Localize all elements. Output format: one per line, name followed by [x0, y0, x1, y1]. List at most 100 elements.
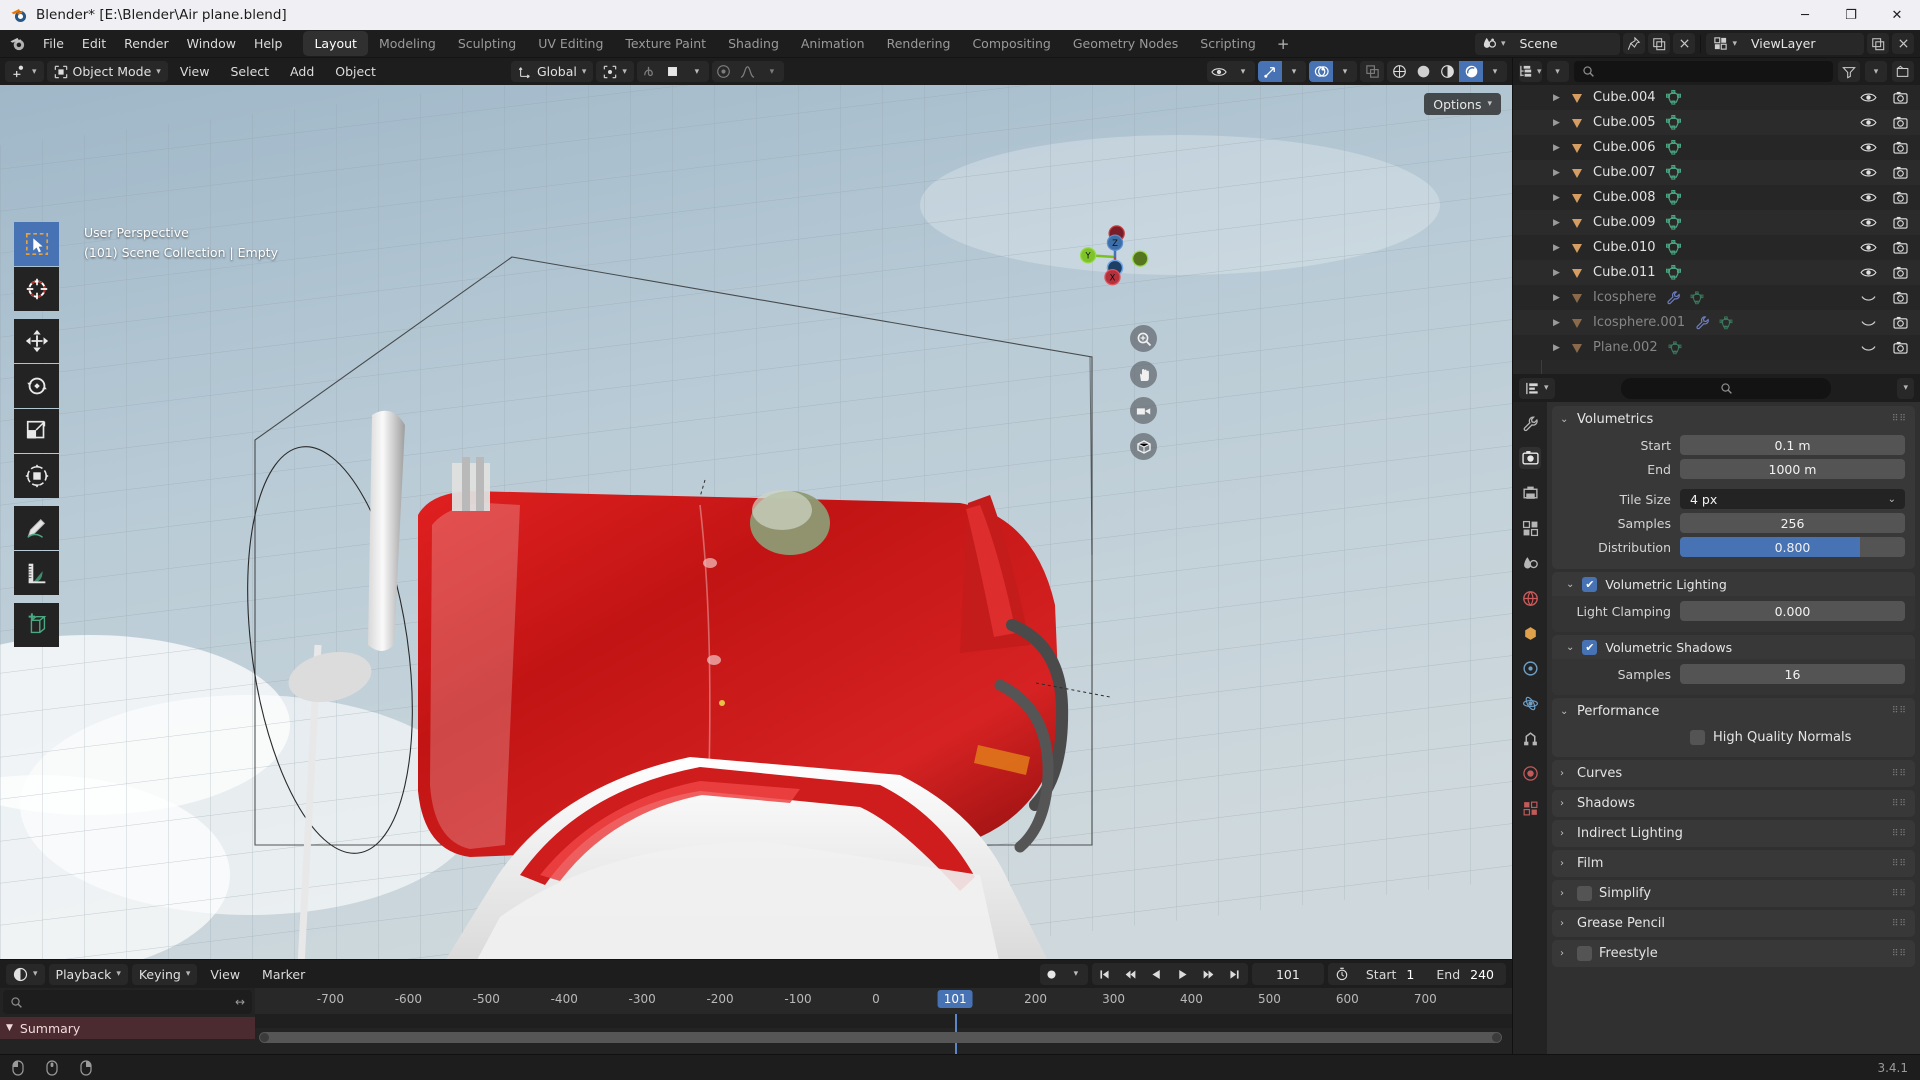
- outliner-row-plane-002[interactable]: ▶ Plane.002: [1513, 335, 1920, 360]
- disable-in-renders-icon[interactable]: [1893, 241, 1908, 254]
- material-preview-shading-icon[interactable]: [1435, 61, 1459, 82]
- workspace-tab-animation[interactable]: Animation: [790, 31, 876, 56]
- start-field[interactable]: 0.1 m: [1680, 435, 1905, 455]
- expand-triangle-icon[interactable]: ▶: [1553, 243, 1569, 253]
- pin-scene-icon[interactable]: [1623, 33, 1646, 54]
- outliner-row-cube-004[interactable]: ▶ Cube.004: [1513, 85, 1920, 110]
- tile-size-dropdown[interactable]: 4 px ⌄: [1680, 489, 1905, 509]
- panel-collapse-triangle-icon[interactable]: ›: [1560, 768, 1570, 779]
- solid-shading-icon[interactable]: [1411, 61, 1435, 82]
- panel-collapse-triangle-icon[interactable]: ›: [1560, 888, 1570, 899]
- auto-keyframe-icon[interactable]: [1040, 964, 1064, 985]
- panel-collapse-triangle-icon[interactable]: ›: [1560, 948, 1570, 959]
- workspace-tab-shading[interactable]: Shading: [717, 31, 790, 56]
- minimize-button[interactable]: ─: [1782, 0, 1828, 30]
- outliner-row-cube-010[interactable]: ▶ Cube.010: [1513, 235, 1920, 260]
- overlays-chevron-icon[interactable]: ▾: [1333, 61, 1357, 82]
- outliner-search-input[interactable]: [1573, 61, 1833, 82]
- hide-in-viewport-icon[interactable]: [1860, 166, 1877, 179]
- panel-simplify[interactable]: › Simplify ⠿⠿: [1552, 880, 1915, 907]
- expand-triangle-icon[interactable]: ▶: [1553, 218, 1569, 228]
- jump-to-start-icon[interactable]: [1092, 963, 1118, 985]
- expand-triangle-icon[interactable]: ▶: [1553, 318, 1569, 328]
- hidden-in-viewport-icon[interactable]: [1860, 316, 1877, 329]
- outliner-row-cube-009[interactable]: ▶ Cube.009: [1513, 210, 1920, 235]
- workspace-tab-layout[interactable]: Layout: [303, 31, 368, 56]
- rendered-shading-icon[interactable]: [1459, 61, 1483, 82]
- 3d-viewport[interactable]: User Perspective (101) Scene Collection …: [0, 85, 1512, 959]
- scene-browse-button[interactable]: ▾: [1475, 33, 1513, 55]
- visibility-group[interactable]: ▾: [1207, 61, 1255, 82]
- viewlayer-browse-button[interactable]: ▾: [1706, 33, 1744, 55]
- toggle-camera-view-icon[interactable]: [1130, 397, 1157, 424]
- disable-in-renders-icon[interactable]: [1893, 191, 1908, 204]
- tab-render[interactable]: [1519, 447, 1541, 469]
- panel-collapse-triangle-icon[interactable]: ›: [1560, 798, 1570, 809]
- zoom-view-icon[interactable]: [1130, 325, 1157, 352]
- tool-rotate[interactable]: [14, 364, 59, 408]
- tab-view-layer[interactable]: [1519, 517, 1541, 539]
- panel-expand-triangle-icon[interactable]: ⌄: [1560, 706, 1570, 717]
- object-visibility-icon[interactable]: [1207, 61, 1231, 82]
- outliner-display-mode-button[interactable]: ▾: [1546, 61, 1569, 82]
- next-keyframe-icon[interactable]: [1196, 963, 1222, 985]
- use-preview-range-icon[interactable]: [1328, 967, 1356, 981]
- show-gizmo-icon[interactable]: [1258, 61, 1282, 82]
- hide-in-viewport-icon[interactable]: [1860, 116, 1877, 129]
- panel-grease-pencil[interactable]: › Grease Pencil ⠿⠿: [1552, 910, 1915, 937]
- tool-measure[interactable]: [14, 551, 59, 595]
- tab-scene[interactable]: [1519, 552, 1541, 574]
- timeline-track-area[interactable]: -700 -600 -500 -400 -300 -200 -100 0 200…: [255, 988, 1512, 1054]
- hidden-in-viewport-icon[interactable]: [1860, 291, 1877, 304]
- tab-texture[interactable]: [1519, 797, 1541, 819]
- viewport-menu-view[interactable]: View: [171, 61, 219, 82]
- timeline-menu-keying[interactable]: Keying ▾: [131, 963, 198, 985]
- expand-triangle-icon[interactable]: ▶: [1553, 343, 1569, 353]
- close-button[interactable]: ✕: [1874, 0, 1920, 30]
- shading-modes-group[interactable]: ▾: [1387, 61, 1507, 82]
- snap-dropdown-chevron-icon[interactable]: ▾: [685, 61, 709, 82]
- hide-in-viewport-icon[interactable]: [1860, 266, 1877, 279]
- new-scene-icon[interactable]: [1648, 33, 1671, 54]
- playback-controls[interactable]: [1091, 963, 1248, 985]
- tool-cursor[interactable]: [14, 267, 59, 311]
- tab-material[interactable]: [1519, 762, 1541, 784]
- outliner-row-cube-006[interactable]: ▶ Cube.006: [1513, 135, 1920, 160]
- frame-start-value[interactable]: 1: [1396, 967, 1426, 982]
- gizmo-group[interactable]: ▾: [1258, 61, 1306, 82]
- navigation-gizmo[interactable]: Z Y X: [1073, 215, 1157, 299]
- hide-in-viewport-icon[interactable]: [1860, 241, 1877, 254]
- new-viewlayer-icon[interactable]: [1867, 33, 1889, 54]
- tab-modifiers[interactable]: [1519, 657, 1541, 679]
- disable-in-renders-icon[interactable]: [1893, 116, 1908, 129]
- viewlayer-name-field[interactable]: ViewLayer: [1744, 33, 1864, 55]
- disable-in-renders-icon[interactable]: [1893, 266, 1908, 279]
- disable-in-renders-icon[interactable]: [1893, 216, 1908, 229]
- outliner-filter-chevron-icon[interactable]: ▾: [1865, 61, 1887, 82]
- panel-volumetrics-header[interactable]: ⌄ Volumetrics ⠿⠿: [1552, 406, 1915, 432]
- outliner-row-icosphere-001[interactable]: ▶ Icosphere.001: [1513, 310, 1920, 335]
- expand-triangle-icon[interactable]: ▶: [1553, 118, 1569, 128]
- timeline-editor-type-button[interactable]: ▾: [6, 963, 45, 985]
- tool-annotate[interactable]: [14, 506, 59, 550]
- snapping-group[interactable]: ▾: [636, 61, 709, 82]
- delete-viewlayer-icon[interactable]: [1892, 33, 1914, 54]
- menu-edit[interactable]: Edit: [73, 33, 115, 54]
- disable-in-renders-icon[interactable]: [1893, 91, 1908, 104]
- menu-render[interactable]: Render: [115, 33, 178, 54]
- panel-expand-triangle-icon[interactable]: ⌄: [1566, 579, 1574, 590]
- panel-volumetric-lighting-header[interactable]: ⌄ Volumetric Lighting: [1552, 572, 1915, 596]
- delete-scene-icon[interactable]: [1673, 33, 1696, 54]
- workspace-tab-geometry-nodes[interactable]: Geometry Nodes: [1062, 31, 1189, 56]
- expand-triangle-icon[interactable]: ▶: [1553, 193, 1569, 203]
- hide-in-viewport-icon[interactable]: [1860, 91, 1877, 104]
- disable-in-renders-icon[interactable]: [1893, 166, 1908, 179]
- panel-shadows[interactable]: › Shadows ⠿⠿: [1552, 790, 1915, 817]
- current-frame-field[interactable]: 101: [1251, 963, 1324, 985]
- workspace-tab-uv-editing[interactable]: UV Editing: [527, 31, 614, 56]
- timeline-menu-view[interactable]: View: [201, 964, 249, 985]
- disable-in-renders-icon[interactable]: [1893, 291, 1908, 304]
- workspace-tab-texture-paint[interactable]: Texture Paint: [614, 31, 717, 56]
- transform-orientation-button[interactable]: Global ▾: [510, 61, 594, 82]
- expand-triangle-icon[interactable]: ▶: [1553, 168, 1569, 178]
